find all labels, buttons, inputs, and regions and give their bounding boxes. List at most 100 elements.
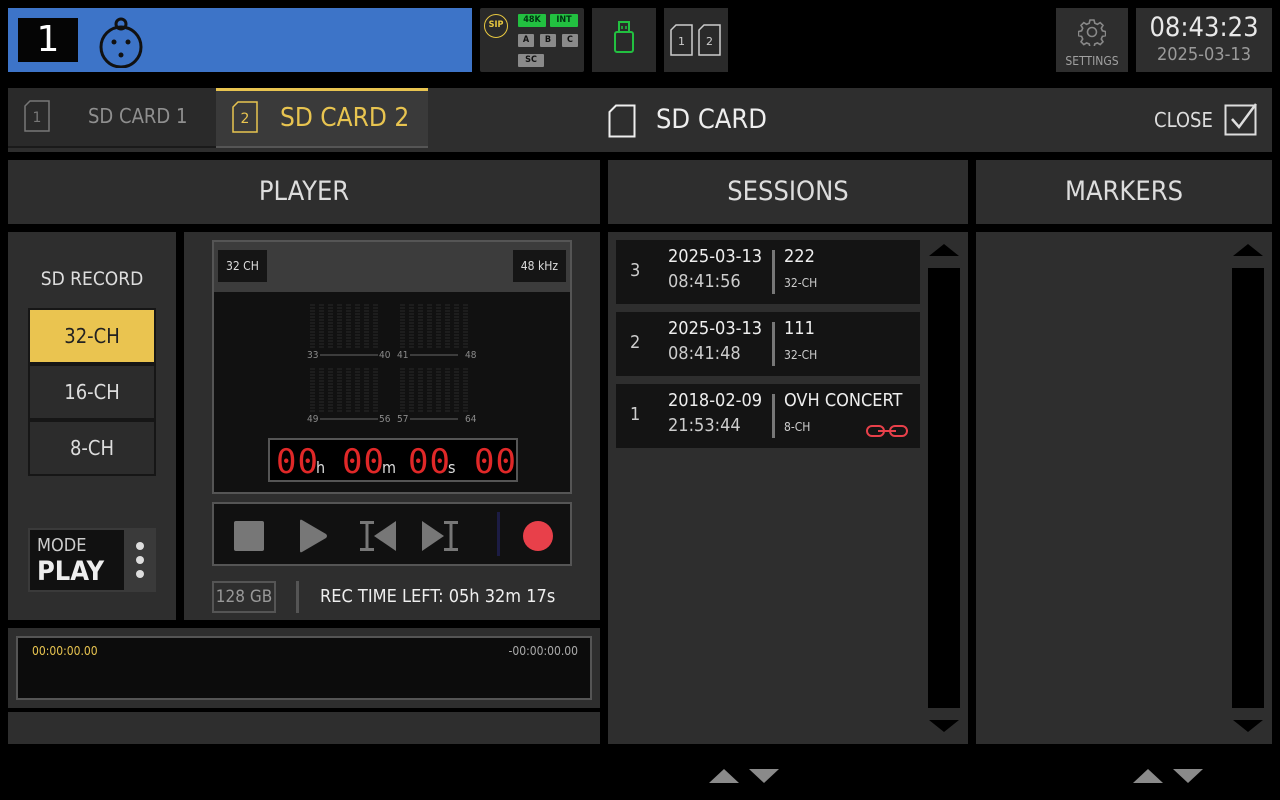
usb-button[interactable]: [592, 8, 656, 72]
markers-scroll-up-icon[interactable]: [1233, 244, 1263, 256]
sd-card-icon: [608, 104, 636, 138]
timecode-seconds: 00: [408, 442, 451, 482]
checkbox-close-icon[interactable]: [1224, 102, 1258, 136]
svg-text:2: 2: [706, 35, 713, 48]
timeline-track[interactable]: 00:00:00.00 -00:00:00.00: [16, 636, 592, 700]
page-title: SD CARD: [656, 104, 768, 135]
settings-label: SETTINGS: [1065, 54, 1119, 68]
sd-card-icon: 2: [232, 101, 258, 133]
next-icon[interactable]: [418, 516, 462, 556]
timecode-minutes: 00: [342, 442, 385, 482]
session-row[interactable]: 3 2025-03-13 08:41:56 222 32-CH: [616, 240, 920, 304]
timecode-hours: 00: [276, 442, 319, 482]
sessions-header: SESSIONS: [608, 160, 968, 224]
rec-time-left: REC TIME LEFT: 05h 32m 17s: [320, 586, 556, 607]
player-panel: 32 CH 48 kHz 33 40 41 48 49 56 57 64 00 …: [184, 232, 600, 620]
session-date: 2018-02-09: [668, 390, 763, 411]
timecode-display: 00 h 00 m 00 s 00: [268, 438, 518, 482]
usb-stick-icon: [614, 21, 634, 53]
mode-menu-button[interactable]: [124, 530, 156, 590]
svg-text:1: 1: [33, 110, 42, 126]
tab-label: SD CARD 1: [88, 104, 188, 128]
gear-icon: [1078, 19, 1106, 46]
record-icon[interactable]: [516, 516, 560, 556]
session-time: 08:41:56: [668, 271, 741, 292]
sd-card-header: 1 SD CARD 1 2 SD CARD 2 SD CARD CLOSE: [8, 88, 1272, 152]
status-indicators[interactable]: SIP 48K INT A B C SC: [480, 8, 584, 72]
slot-b-badge: B: [540, 34, 556, 47]
session-index: 3: [630, 260, 641, 281]
storage-size: 128 GB: [212, 581, 276, 613]
sd-record-panel: SD RECORD 32-CH 16-CH 8-CH MODE PLAY: [8, 232, 176, 620]
divider: [772, 250, 775, 294]
session-channels: 32-CH: [784, 348, 818, 362]
session-name: 222: [784, 246, 815, 267]
link-icon: [866, 425, 908, 437]
session-channels: 8-CH: [784, 420, 811, 434]
clock-source-badge: INT: [550, 14, 578, 27]
timeline-remaining: -00:00:00.00: [508, 644, 578, 658]
meter-label: 57: [397, 414, 409, 425]
timecode-h-unit: h: [316, 458, 326, 477]
session-channels: 32-CH: [784, 276, 818, 290]
sessions-page-down-icon[interactable]: [749, 769, 779, 783]
markers-scroll-down-icon[interactable]: [1233, 720, 1263, 732]
slot-a-badge: A: [518, 34, 534, 47]
sessions-scroll-up-icon[interactable]: [929, 244, 959, 256]
record-16ch-button[interactable]: 16-CH: [28, 364, 156, 420]
kebab-menu-icon: [136, 542, 144, 578]
session-index: 2: [630, 332, 641, 353]
sd-record-title: SD RECORD: [40, 268, 144, 290]
close-label[interactable]: CLOSE: [1154, 108, 1213, 132]
xlr-connector-icon: [96, 14, 146, 72]
stop-icon[interactable]: [228, 516, 272, 556]
player-header: PLAYER: [8, 160, 600, 224]
bottom-strip: [8, 712, 600, 744]
settings-button[interactable]: SETTINGS: [1056, 8, 1128, 72]
session-name: OVH CONCERT: [784, 390, 903, 411]
divider: [772, 322, 775, 366]
meter-label: 41: [397, 350, 409, 361]
session-index: 1: [630, 404, 641, 425]
transport-divider: [497, 512, 500, 556]
meter-label: 49: [307, 414, 319, 425]
markers-page-down-icon[interactable]: [1173, 769, 1203, 783]
mode-value: PLAY: [37, 556, 105, 587]
sip-badge: SIP: [484, 14, 508, 38]
meter-display: 32 CH 48 kHz 33 40 41 48 49 56 57 64 00 …: [212, 240, 572, 494]
session-time: 08:41:48: [668, 343, 741, 364]
divider: [296, 581, 299, 613]
session-row[interactable]: 2 2025-03-13 08:41:48 111 32-CH: [616, 312, 920, 376]
session-date: 2025-03-13: [668, 318, 763, 339]
sd-cards-button[interactable]: 1 2: [664, 8, 728, 72]
markers-page-up-icon[interactable]: [1133, 769, 1163, 783]
slot-c-badge: C: [562, 34, 578, 47]
clock: 08:43:23 2025-03-13: [1136, 8, 1272, 72]
svg-text:1: 1: [678, 35, 685, 48]
previous-icon[interactable]: [356, 516, 400, 556]
sessions-panel: 3 2025-03-13 08:41:56 222 32-CH 2 2025-0…: [608, 232, 968, 744]
record-8ch-button[interactable]: 8-CH: [28, 420, 156, 476]
markers-scrollbar[interactable]: [1232, 268, 1264, 708]
mode-button[interactable]: MODE PLAY: [28, 528, 156, 592]
tab-label: SD CARD 2: [280, 103, 410, 133]
sessions-page-up-icon[interactable]: [709, 769, 739, 783]
sessions-scroll-down-icon[interactable]: [929, 720, 959, 732]
session-date: 2025-03-13: [668, 246, 763, 267]
clock-date: 2025-03-13: [1156, 44, 1252, 65]
play-icon[interactable]: [292, 516, 336, 556]
record-32ch-button[interactable]: 32-CH: [28, 308, 156, 364]
meter-label: 33: [307, 350, 319, 361]
tab-sd-card-2[interactable]: 2 SD CARD 2: [216, 88, 428, 148]
transport-controls: [212, 502, 572, 566]
session-row[interactable]: 1 2018-02-09 21:53:44 OVH CONCERT 8-CH: [616, 384, 920, 448]
tab-sd-card-1[interactable]: 1 SD CARD 1: [8, 88, 216, 148]
svg-text:2: 2: [241, 111, 250, 127]
session-name: 111: [784, 318, 815, 339]
channel-strip[interactable]: 1: [8, 8, 472, 72]
sessions-scrollbar[interactable]: [928, 268, 960, 708]
meter-label: 48: [465, 350, 477, 361]
meter-label: 40: [379, 350, 391, 361]
timecode-s-unit: s: [448, 458, 456, 477]
markers-panel: [976, 232, 1272, 744]
